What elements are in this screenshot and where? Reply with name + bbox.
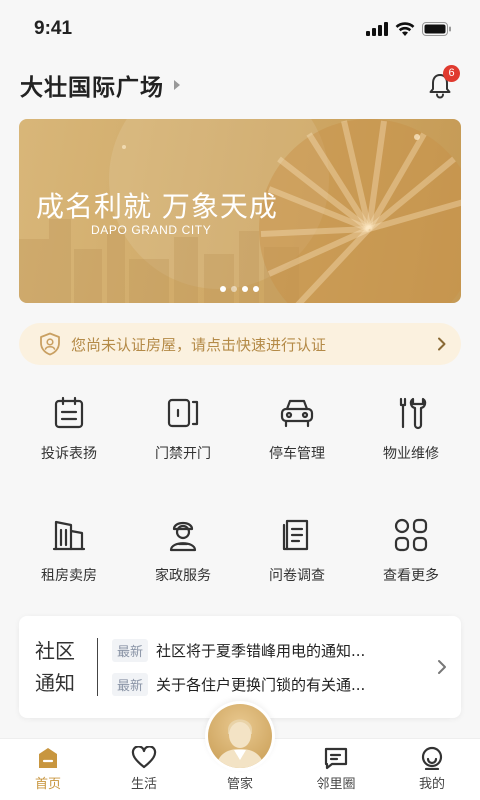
news-heading: 社区 通知: [35, 635, 85, 699]
questionnaire-icon: [277, 515, 317, 555]
service-housekeeping[interactable]: 家政服务: [126, 515, 240, 595]
butler-button[interactable]: [205, 701, 275, 771]
service-door-access[interactable]: 门禁开门: [126, 393, 240, 473]
tab-label: 我的: [418, 777, 445, 792]
status-time: 9:41: [34, 18, 73, 39]
service-label: 租房卖房: [41, 568, 97, 584]
service-complaint[interactable]: 投诉表扬: [12, 393, 126, 473]
grid-more-icon: [391, 515, 431, 555]
tab-label: 管家: [226, 777, 253, 792]
notification-badge: 6: [443, 65, 460, 82]
pager-dot[interactable]: [242, 286, 248, 292]
notification-button[interactable]: 6: [420, 65, 460, 105]
butler-avatar-icon: [208, 704, 272, 768]
wrench-icon: [391, 393, 431, 433]
service-more[interactable]: 查看更多: [354, 515, 468, 595]
service-rent-sell[interactable]: 租房卖房: [12, 515, 126, 595]
service-label: 停车管理: [269, 446, 325, 462]
status-icons: [366, 21, 452, 37]
tab-label: 首页: [34, 777, 61, 792]
community-name: 大壮国际广场: [20, 75, 164, 101]
clipboard-icon: [49, 393, 89, 433]
service-questionnaire[interactable]: 问卷调查: [240, 515, 354, 595]
news-list: 最新 社区将于夏季错峰用电的通知... 最新 关于各住户更换门锁的有关通...: [112, 633, 437, 701]
pager-dot[interactable]: [220, 286, 226, 292]
community-selector[interactable]: 大壮国际广场: [20, 68, 182, 102]
service-label: 物业维修: [383, 446, 439, 462]
header: 大壮国际广场 6: [0, 62, 480, 108]
news-text: 关于各住户更换门锁的有关通...: [156, 675, 366, 694]
news-item[interactable]: 最新 社区将于夏季错峰用电的通知...: [112, 633, 437, 667]
service-label: 门禁开门: [155, 446, 211, 462]
service-label: 投诉表扬: [41, 446, 97, 462]
banner-subtitle: DAPO GRAND CITY: [91, 223, 212, 237]
heart-icon: [131, 746, 157, 769]
battery-icon: [422, 22, 451, 36]
status-bar: 9:41: [0, 0, 480, 58]
chevron-right-icon[interactable]: [437, 659, 447, 675]
news-heading-line1: 社区: [35, 639, 75, 663]
tab-mine[interactable]: 我的: [384, 739, 480, 800]
news-divider: [97, 638, 98, 696]
chat-icon: [324, 747, 348, 770]
home-icon: [39, 748, 57, 768]
service-label: 家政服务: [155, 568, 211, 584]
housekeeper-icon: [163, 515, 203, 555]
news-item[interactable]: 最新 关于各住户更换门锁的有关通...: [112, 667, 437, 701]
door-icon: [163, 393, 203, 433]
tab-home[interactable]: 首页: [0, 739, 96, 800]
pager-dot[interactable]: [253, 286, 259, 292]
wifi-icon: [395, 21, 415, 36]
banner-title: 成名利就 万象天成: [36, 190, 278, 223]
car-icon: [277, 393, 317, 433]
tab-life[interactable]: 生活: [96, 739, 192, 800]
promo-banner[interactable]: 成名利就 万象天成 DAPO GRAND CITY: [19, 119, 461, 303]
profile-icon: [421, 746, 443, 770]
notice-text: 您尚未认证房屋，请点击快速进行认证: [71, 335, 327, 354]
news-tag: 最新: [112, 638, 149, 662]
verify-house-notice[interactable]: 您尚未认证房屋，请点击快速进行认证: [19, 323, 461, 365]
news-tag: 最新: [112, 672, 149, 696]
news-text: 社区将于夏季错峰用电的通知...: [156, 641, 366, 660]
tab-neighbors[interactable]: 邻里圈: [288, 739, 384, 800]
tab-label: 生活: [130, 777, 157, 792]
pager-dot[interactable]: [231, 286, 237, 292]
chevron-right-icon: [438, 337, 446, 351]
banner-pager: [220, 286, 259, 292]
service-repair[interactable]: 物业维修: [354, 393, 468, 473]
building-icon: [49, 515, 89, 555]
news-heading-line2: 通知: [35, 671, 75, 695]
service-parking[interactable]: 停车管理: [240, 393, 354, 473]
signal-icon: [366, 22, 388, 36]
tab-label: 邻里圈: [316, 777, 356, 792]
service-label: 查看更多: [383, 568, 439, 584]
service-label: 问卷调查: [269, 568, 325, 584]
shield-user-icon: [40, 332, 60, 356]
caret-right-icon: [174, 80, 180, 90]
